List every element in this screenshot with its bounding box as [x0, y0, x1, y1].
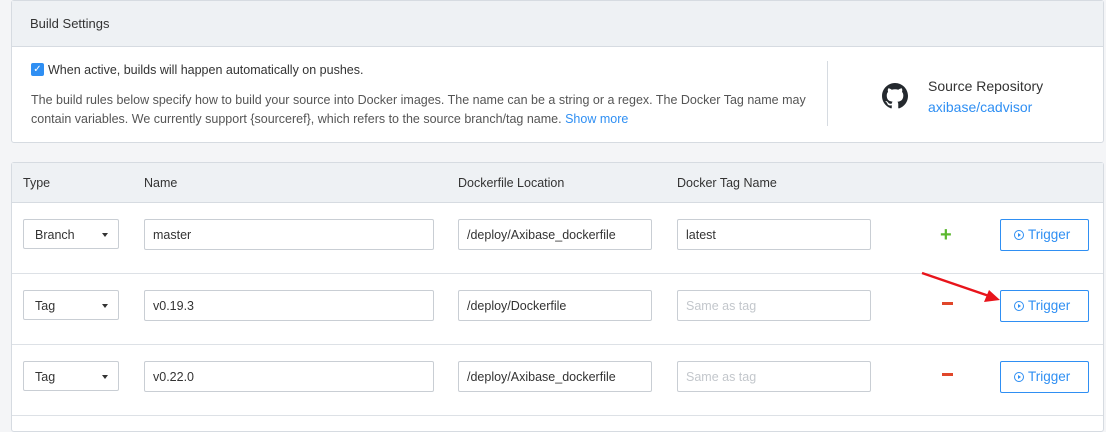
remove-rule-icon[interactable] [942, 373, 953, 376]
source-repository-label: Source Repository [928, 78, 1044, 94]
divider [827, 61, 828, 126]
dockerfile-location-input[interactable] [458, 219, 652, 250]
add-rule-icon[interactable]: + [940, 225, 952, 245]
type-select-value: Tag [35, 299, 56, 313]
table-row: Tag Trigger [12, 274, 1103, 345]
type-select-value: Tag [35, 370, 56, 384]
trigger-label: Trigger [1028, 369, 1071, 384]
docker-tag-input[interactable] [677, 361, 871, 392]
name-input[interactable] [144, 361, 434, 392]
play-circle-icon [1014, 230, 1024, 240]
col-docker-tag-name: Docker Tag Name [677, 176, 777, 190]
col-type: Type [23, 176, 51, 190]
table-header: Type Name Dockerfile Location Docker Tag… [12, 163, 1103, 203]
autobuild-checkbox[interactable]: ✓ [31, 63, 44, 76]
panel-title: Build Settings [12, 1, 1103, 47]
remove-rule-icon[interactable] [942, 302, 953, 305]
table-row: Branch + Trigger [12, 203, 1103, 274]
description-text: The build rules below specify how to bui… [31, 93, 806, 126]
play-circle-icon [1014, 372, 1024, 382]
autobuild-label: When active, builds will happen automati… [48, 63, 364, 77]
docker-tag-input[interactable] [677, 219, 871, 250]
caret-down-icon [102, 375, 108, 379]
caret-down-icon [102, 233, 108, 237]
col-dockerfile-location: Dockerfile Location [458, 176, 565, 190]
type-select[interactable]: Branch [23, 219, 119, 249]
docker-tag-input[interactable] [677, 290, 871, 321]
play-circle-icon [1014, 301, 1024, 311]
dockerfile-location-input[interactable] [458, 361, 652, 392]
type-select-value: Branch [35, 228, 75, 242]
build-rules-description: The build rules below specify how to bui… [31, 91, 821, 129]
source-repository-link[interactable]: axibase/cadvisor [928, 99, 1032, 115]
show-more-link[interactable]: Show more [565, 112, 628, 126]
col-name: Name [144, 176, 178, 190]
caret-down-icon [102, 304, 108, 308]
name-input[interactable] [144, 219, 434, 250]
trigger-button[interactable]: Trigger [1000, 219, 1089, 251]
type-select[interactable]: Tag [23, 361, 119, 391]
trigger-label: Trigger [1028, 298, 1071, 313]
trigger-label: Trigger [1028, 227, 1071, 242]
trigger-button[interactable]: Trigger [1000, 361, 1089, 393]
github-icon [882, 83, 908, 109]
build-rules-table: Type Name Dockerfile Location Docker Tag… [11, 162, 1104, 432]
dockerfile-location-input[interactable] [458, 290, 652, 321]
name-input[interactable] [144, 290, 434, 321]
type-select[interactable]: Tag [23, 290, 119, 320]
trigger-button[interactable]: Trigger [1000, 290, 1089, 322]
table-row: Tag Trigger [12, 345, 1103, 416]
build-settings-panel: Build Settings ✓ When active, builds wil… [11, 0, 1104, 143]
